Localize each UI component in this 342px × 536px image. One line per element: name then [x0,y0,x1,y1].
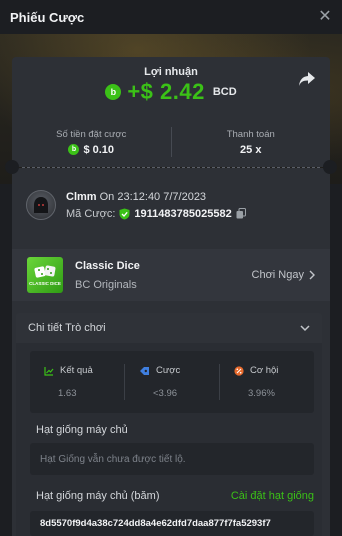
user-info: Clmm On 23:12:40 7/7/2023 Mã Cược: 19114… [66,191,246,220]
payout-value: 25 x [240,143,262,156]
stat-result-value: 1.63 [58,388,77,399]
shield-check-icon [119,208,130,219]
play-now-label: Chơi Ngay [251,269,304,281]
server-seed-field[interactable]: Hạt Giống vẫn chưa được tiết lộ. [30,443,314,475]
bet-amount-value-row: b $ 0.10 [68,144,114,156]
game-details-title: Chi tiết Trò chơi [28,322,106,334]
game-name: Classic Dice [75,259,140,272]
bet-id-label: Mã Cược: [66,207,116,220]
bet-time: On 23:12:40 7/7/2023 [99,190,207,203]
bcd-coin-icon: b [68,144,80,155]
game-details-panel: Kết quả 1.63 Cược <3.96 Cơ hội 3.96% Hạt… [16,343,322,536]
payout-section: Thanh toán 25 x [172,117,331,167]
profit-amount-row: b +$ 2.42 BCD [12,79,330,105]
user-line: Clmm On 23:12:40 7/7/2023 [66,191,246,203]
stat-chance-label: Cơ hội [250,365,279,376]
stat-chance: Cơ hội 3.96% [220,351,314,413]
dice-icon [34,265,56,278]
share-icon[interactable] [298,71,316,87]
payout-label: Thanh toán [226,128,275,140]
modal-header: Phiếu Cược ✕ [0,0,342,34]
bet-amount-value: $ 0.10 [83,143,115,156]
bet-amount-section: Số tiền đặt cược b $ 0.10 [12,117,171,167]
close-icon[interactable]: ✕ [318,9,332,25]
server-seed-label: Hạt giống máy chủ [36,424,128,436]
server-seed-hash-field[interactable]: 8d5570f9d4a38c724dd8a4e62dfd7daa877f7fa5… [30,511,314,536]
stat-bet-label: Cược [156,365,181,376]
ticket-notch-right [323,160,337,174]
stat-bet: Cược <3.96 [125,351,219,413]
ticket-perforation [22,167,320,168]
tag-icon [140,366,149,375]
game-details-toggle[interactable]: Chi tiết Trò chơi [16,313,322,343]
ticket-notch-left [5,160,19,174]
chevron-right-icon [309,270,315,280]
stat-chance-value: 3.96% [248,388,275,399]
profit-card: Lợi nhuận b +$ 2.42 BCD [12,57,330,117]
profit-amount: +$ 2.42 [127,79,205,104]
set-seed-link[interactable]: Cài đặt hạt giống [231,490,314,502]
stat-result-label-row: Kết quả [44,365,124,376]
stat-result: Kết quả 1.63 [30,351,124,413]
profit-currency: BCD [212,86,237,98]
stats-box: Kết quả 1.63 Cược <3.96 Cơ hội 3.96% [30,351,314,413]
stat-chance-label-row: Cơ hội [234,365,314,376]
chevron-down-icon [300,324,310,331]
stat-bet-value: <3.96 [153,388,178,399]
profit-label: Lợi nhuận [144,66,198,78]
trend-chart-icon [44,366,54,376]
thumbnail-text: CLASSIC DICE [29,281,61,286]
game-row[interactable]: CLASSIC DICE Classic Dice BC Originals C… [12,249,330,301]
hooded-figure-icon [34,197,48,213]
bet-id-line: Mã Cược: 1911483785025582 [66,208,246,220]
stat-result-label: Kết quả [60,365,93,376]
game-thumbnail: CLASSIC DICE [27,257,63,293]
bcd-coin-icon: b [105,84,122,100]
stat-bet-label-row: Cược [139,365,219,376]
server-seed-hash-value: 8d5570f9d4a38c724dd8a4e62dfd7daa877f7fa5… [40,518,271,529]
bet-amount-label: Số tiền đặt cược [56,128,127,140]
bet-summary: Số tiền đặt cược b $ 0.10 Thanh toán 25 … [12,117,330,167]
server-seed-hash-label: Hạt giống máy chủ (băm) [36,490,160,502]
percent-icon [234,365,244,376]
game-provider: BC Originals [75,278,137,291]
avatar[interactable] [26,190,56,220]
server-seed-placeholder: Hạt Giống vẫn chưa được tiết lộ. [40,453,186,465]
modal-title: Phiếu Cược [10,9,85,25]
user-row: Clmm On 23:12:40 7/7/2023 Mã Cược: 19114… [26,190,246,220]
game-info: Classic Dice BC Originals [75,260,140,291]
username[interactable]: Clmm [66,191,97,203]
bet-detail-card: Clmm On 23:12:40 7/7/2023 Mã Cược: 19114… [12,168,330,536]
play-now-link[interactable]: Chơi Ngay [252,269,315,281]
bet-id: 1911483785025582 [134,207,232,220]
copy-icon[interactable] [236,208,246,219]
